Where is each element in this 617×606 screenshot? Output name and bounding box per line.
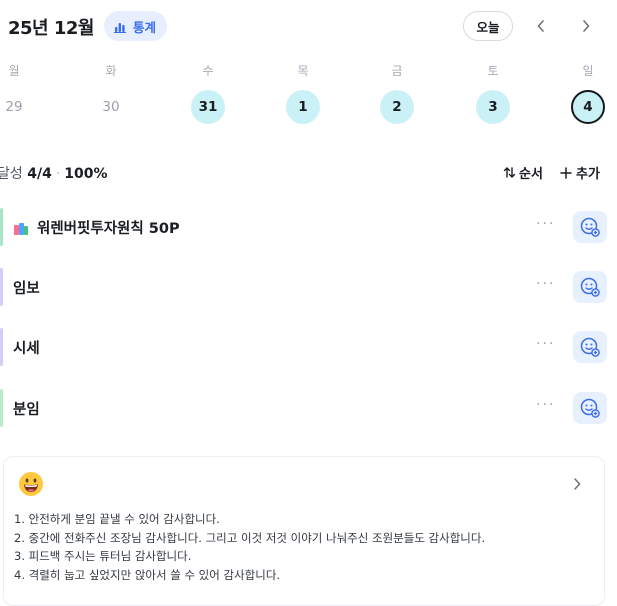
bar-chart-icon <box>114 22 126 33</box>
task-label: 임보 <box>13 281 40 297</box>
progress-percent: 100% <box>64 166 108 182</box>
date-cell[interactable]: 2 <box>380 90 414 124</box>
task-item[interactable]: 임보 ··· <box>0 268 617 306</box>
chevron-right-icon <box>583 20 590 32</box>
task-label: 시세 <box>13 341 40 357</box>
memo-line: 4. 격렬히 눕고 싶었지만 앉아서 쓸 수 있어 감사합니다. <box>14 567 281 582</box>
memo-line: 3. 피드백 주시는 튜터님 감사합니다. <box>14 549 192 564</box>
task-label: 분임 <box>13 402 40 418</box>
date-cell[interactable]: 30 <box>94 90 128 124</box>
calendar-header: 25년 12월 통계 오늘 <box>0 10 617 42</box>
reaction-button[interactable] <box>573 271 607 303</box>
task-label: 워렌버핏투자원칙 50P <box>37 221 180 237</box>
sort-arrows-icon <box>503 167 516 178</box>
date-row: 29 30 31 1 2 3 4 <box>0 90 617 124</box>
task-item[interactable]: 분임 ··· <box>0 389 617 427</box>
gratitude-memo-card[interactable]: 1. 안전하게 분임 끝낼 수 있어 감사합니다. 2. 중간에 전화주신 조장… <box>3 456 605 606</box>
date-cell-selected[interactable]: 4 <box>571 90 605 124</box>
plus-icon <box>560 166 572 179</box>
today-button[interactable]: 오늘 <box>463 11 513 41</box>
weekday-label: 금 <box>391 64 403 78</box>
task-label-row: 임보 <box>13 277 40 298</box>
date-cell[interactable]: 1 <box>286 90 320 124</box>
stats-button[interactable]: 통계 <box>104 11 168 41</box>
weekday-row: 월 화 수 목 금 토 일 <box>0 62 617 78</box>
task-label-row: 시세 <box>13 337 40 358</box>
weekday-label: 월 <box>8 64 20 78</box>
add-label: 추가 <box>576 167 600 182</box>
date-cell[interactable]: 31 <box>191 90 225 124</box>
task-label-row: 워렌버핏투자원칙 50P <box>13 217 180 238</box>
smile-add-icon <box>580 398 600 418</box>
separator-dot: · <box>55 166 61 182</box>
sort-button[interactable]: 순서 <box>503 163 543 182</box>
weekday-label: 일 <box>582 64 594 78</box>
more-options-button[interactable]: ··· <box>536 276 555 292</box>
books-icon <box>14 222 28 235</box>
more-options-button[interactable]: ··· <box>536 397 555 413</box>
task-item[interactable]: 워렌버핏투자원칙 50P ··· <box>0 208 617 246</box>
reaction-button[interactable] <box>573 392 607 424</box>
more-options-button[interactable]: ··· <box>536 216 555 232</box>
task-color-bar <box>0 328 3 366</box>
reaction-button[interactable] <box>573 331 607 363</box>
date-cell[interactable]: 3 <box>476 90 510 124</box>
smile-add-icon <box>580 217 600 237</box>
smile-add-icon <box>580 277 600 297</box>
more-options-button[interactable]: ··· <box>536 336 555 352</box>
add-button[interactable]: 추가 <box>560 163 600 182</box>
task-label-row: 분임 <box>13 398 40 419</box>
memo-lines: 1. 안전하게 분임 끝낼 수 있어 감사합니다. 2. 중간에 전화주신 조장… <box>14 510 485 584</box>
weekday-label: 화 <box>105 64 117 78</box>
date-cell[interactable]: 29 <box>0 90 31 124</box>
smile-add-icon <box>580 337 600 357</box>
reaction-button[interactable] <box>573 211 607 243</box>
progress-label: 달성 <box>0 166 23 182</box>
next-week-button[interactable] <box>571 11 601 41</box>
weekday-label: 목 <box>297 64 309 78</box>
sort-label: 순서 <box>519 167 543 182</box>
progress-summary: 달성 4/4 · 100% <box>0 163 108 183</box>
task-item[interactable]: 시세 ··· <box>0 328 617 366</box>
stats-label: 통계 <box>133 19 157 35</box>
memo-line: 2. 중간에 전화주신 조장님 감사합니다. 그리고 이것 저것 이야기 나눠주… <box>14 530 486 545</box>
chevron-left-icon <box>537 20 544 32</box>
weekday-label: 수 <box>202 64 214 78</box>
progress-count: 4/4 <box>27 166 52 182</box>
task-color-bar <box>0 389 3 427</box>
weekday-label: 토 <box>487 64 499 78</box>
task-color-bar <box>0 208 3 246</box>
chevron-right-icon[interactable] <box>572 477 582 491</box>
task-color-bar <box>0 268 3 306</box>
memo-line: 1. 안전하게 분임 끝낼 수 있어 감사합니다. <box>14 512 220 526</box>
prev-week-button[interactable] <box>526 11 556 41</box>
progress-row: 달성 4/4 · 100% 순서 추가 <box>0 163 617 183</box>
grinning-face-icon <box>19 472 43 496</box>
month-title[interactable]: 25년 12월 <box>8 14 94 40</box>
